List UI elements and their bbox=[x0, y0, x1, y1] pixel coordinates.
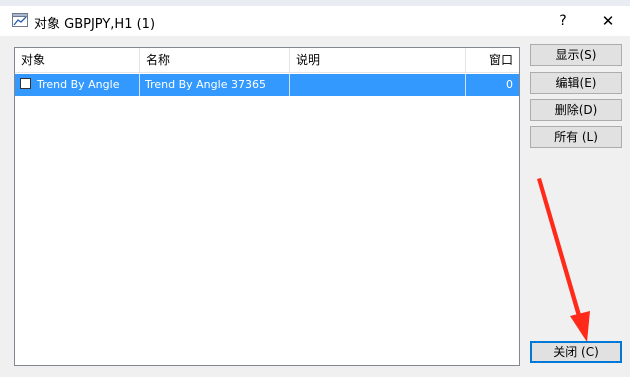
cell-window: 0 bbox=[506, 78, 513, 91]
close-window-button[interactable]: ✕ bbox=[592, 6, 624, 36]
list-header: 对象 名称 说明 窗口 bbox=[15, 48, 519, 73]
row-checkbox[interactable] bbox=[20, 78, 31, 89]
help-button[interactable]: ? bbox=[548, 6, 578, 36]
window-title: 对象 GBPJPY,H1 (1) bbox=[34, 17, 156, 32]
edit-button[interactable]: 编辑(E) bbox=[530, 72, 622, 94]
object-type-text: Trend By Angle bbox=[37, 78, 120, 91]
chart-window-icon bbox=[12, 13, 28, 27]
column-header-object[interactable]: 对象 bbox=[15, 48, 140, 72]
title-bar: 对象 GBPJPY,H1 (1) ? ✕ bbox=[0, 6, 630, 36]
close-button[interactable]: 关闭 (C) bbox=[530, 341, 622, 363]
list-row[interactable]: Trend By Angle Trend By Angle 37365 0 bbox=[15, 74, 519, 96]
objects-list[interactable]: 对象 名称 说明 窗口 Trend By Angle Trend By Angl… bbox=[14, 47, 520, 366]
screen: 对象 GBPJPY,H1 (1) ? ✕ 对象 名称 说明 窗口 Trend B… bbox=[0, 0, 630, 377]
show-button[interactable]: 显示(S) bbox=[530, 44, 622, 66]
cell-name: Trend By Angle 37365 bbox=[140, 74, 290, 96]
cell-description bbox=[290, 74, 466, 96]
column-header-window[interactable]: 窗口 bbox=[466, 48, 519, 72]
cell-object: Trend By Angle bbox=[15, 74, 140, 96]
column-header-name[interactable]: 名称 bbox=[140, 48, 290, 72]
column-header-description[interactable]: 说明 bbox=[290, 48, 466, 72]
all-button[interactable]: 所有 (L) bbox=[530, 126, 622, 148]
delete-button[interactable]: 删除(D) bbox=[530, 99, 622, 121]
